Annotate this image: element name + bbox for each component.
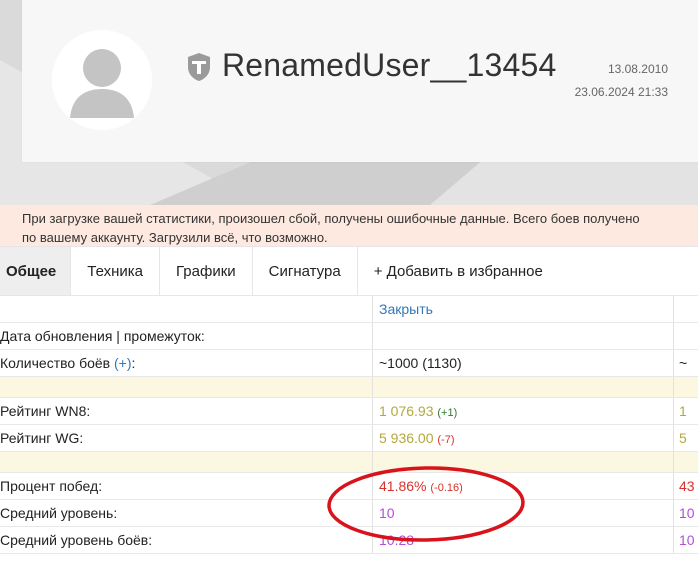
wg-rating-delta: (-7) xyxy=(437,434,455,446)
table-row: Дата обновления | промежуток: xyxy=(0,323,698,350)
warning-line-2: по вашему аккаунту. Загрузили всё, что в… xyxy=(22,230,328,245)
table-row: Рейтинг WG: 5 936.00 (-7) 5 xyxy=(0,425,698,452)
registration-date: 13.08.2010 xyxy=(607,62,668,76)
row-label-avg-battle-tier: Средний уровень боёв: xyxy=(0,527,373,553)
row-label-winrate: Процент побед: xyxy=(0,473,373,499)
table-spacer-row xyxy=(0,377,698,398)
wg-rating-value-col3: 5 xyxy=(679,430,687,446)
battles-value: ~1000 (1130) xyxy=(374,350,674,376)
profile-card: RenamedUser__13454 13.08.2010 23.06.2024… xyxy=(22,0,698,162)
wg-rating-value: 5 936.00 xyxy=(379,430,434,446)
tab-signature[interactable]: Сигнатура xyxy=(253,247,358,295)
username: RenamedUser__13454 xyxy=(222,47,557,83)
tab-general[interactable]: Общее xyxy=(0,247,72,295)
world-of-tanks-icon xyxy=(188,53,210,81)
wn8-value-col3: 1 xyxy=(679,403,687,419)
avatar[interactable] xyxy=(52,30,152,130)
table-header-row: Закрыть xyxy=(0,296,698,323)
avg-tier-value-col3: 10 xyxy=(679,505,695,521)
table-row: Количество боёв (+): ~1000 (1130) ~ xyxy=(0,350,698,377)
error-warning-banner: При загрузке вашей статистики, произошел… xyxy=(0,205,698,246)
user-placeholder-icon xyxy=(52,30,152,130)
tab-vehicles[interactable]: Техника xyxy=(71,247,161,295)
row-label-wn8: Рейтинг WN8: xyxy=(0,398,373,424)
warning-line-1: При загрузке вашей статистики, произошел… xyxy=(22,211,640,226)
last-update-date: 23.06.2024 21:33 xyxy=(574,85,668,99)
add-to-favorites-button[interactable]: + Добавить в избранное xyxy=(358,247,559,295)
profile-tabs: Общее Техника Графики Сигнатура + Добави… xyxy=(0,246,698,296)
table-row: Рейтинг WN8: 1 076.93 (+1) 1 xyxy=(0,398,698,425)
row-label-update-date: Дата обновления | промежуток: xyxy=(0,323,373,349)
close-column-link[interactable]: Закрыть xyxy=(379,301,433,317)
row-label-battles: Количество боёв xyxy=(0,355,111,371)
red-ellipse-annotation xyxy=(327,466,525,542)
wn8-delta: (+1) xyxy=(437,407,458,419)
profile-header: RenamedUser__13454 13.08.2010 23.06.2024… xyxy=(0,0,698,205)
winrate-value-col3: 43 xyxy=(679,478,695,494)
avg-battle-tier-value-col3: 10 xyxy=(679,532,695,548)
expand-battles-link[interactable]: (+) xyxy=(114,355,132,371)
wn8-value: 1 076.93 xyxy=(379,403,434,419)
tab-charts[interactable]: Графики xyxy=(160,247,253,295)
battles-value-col3: ~ xyxy=(679,355,688,371)
row-label-wg-rating: Рейтинг WG: xyxy=(0,425,373,451)
row-label-avg-tier: Средний уровень: xyxy=(0,500,373,526)
